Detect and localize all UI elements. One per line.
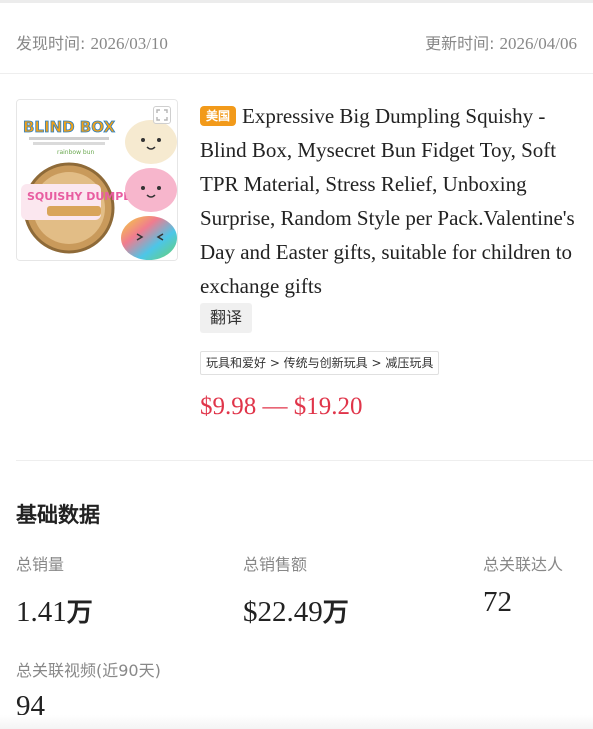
- expand-icon[interactable]: [153, 106, 171, 124]
- product-title-text: Expressive Big Dumpling Squishy - Blind …: [200, 104, 575, 298]
- total-revenue-number: $22.49: [243, 596, 323, 628]
- expand-arrows-icon: [156, 109, 168, 121]
- total-sales-label: 总销量: [16, 555, 65, 574]
- updated-time-label: 更新时间:: [425, 34, 500, 53]
- section-divider: [16, 460, 593, 461]
- found-time-label: 发现时间:: [16, 34, 91, 53]
- total-creators-value: 72: [483, 586, 512, 619]
- price-range: $9.98 — $19.20: [200, 393, 363, 420]
- category-breadcrumb[interactable]: 玩具和爱好 > 传统与创新玩具 > 减压玩具: [200, 351, 440, 375]
- total-revenue-unit: 万: [322, 598, 349, 628]
- brand-text: rainbow bun: [57, 149, 95, 156]
- total-sales-value: 1.41万: [16, 592, 93, 629]
- total-sales-number: 1.41: [16, 596, 67, 628]
- total-revenue-value: $22.49万: [243, 592, 349, 629]
- product-image[interactable]: BLIND BOX rainbow bun SQUISHY DUMPLING: [16, 99, 178, 261]
- header-divider: [0, 73, 593, 74]
- total-revenue-label: 总销售额: [243, 555, 308, 574]
- blind-box-logo: BLIND BOX: [23, 118, 115, 136]
- updated-time: 更新时间: 2026/04/06: [425, 30, 577, 54]
- country-badge: 美国: [200, 106, 237, 126]
- total-creators-number: 72: [483, 586, 512, 618]
- total-sales-unit: 万: [66, 598, 93, 628]
- translate-button[interactable]: 翻译: [200, 303, 253, 333]
- updated-time-value: 2026/04/06: [499, 34, 577, 53]
- total-creators-label: 总关联达人: [483, 555, 564, 574]
- total-videos-label: 总关联视频(近90天): [16, 661, 161, 680]
- blind-box-dumpling-squishy-photo: BLIND BOX rainbow bun SQUISHY DUMPLING: [17, 100, 177, 260]
- found-time-value: 2026/03/10: [90, 34, 168, 53]
- basic-data-title: 基础数据: [16, 503, 100, 527]
- top-edge: [0, 0, 593, 3]
- found-time: 发现时间: 2026/03/10: [16, 30, 168, 54]
- product-title[interactable]: 美国 Expressive Big Dumpling Squishy - Blin…: [200, 99, 593, 304]
- bottom-edge: [0, 715, 593, 729]
